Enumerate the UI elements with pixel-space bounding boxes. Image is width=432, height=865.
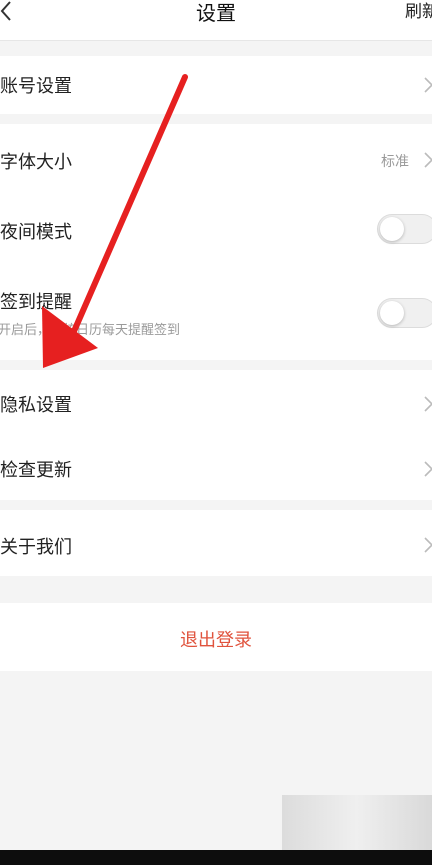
account-settings-label: 账号设置	[0, 76, 72, 97]
privacy-settings-row[interactable]: 隐私设置	[0, 370, 432, 436]
chevron-right-icon	[424, 537, 432, 553]
refresh-button[interactable]: 刷新	[405, 0, 432, 22]
checkin-reminder-row: 签到提醒 开启后，系统日历每天提醒签到	[0, 274, 432, 360]
font-size-value: 标准	[381, 154, 409, 170]
about-us-row[interactable]: 关于我们	[0, 510, 432, 576]
display-settings-section: 字体大小 标准 夜间模式 签到提醒 开启后，系统日历每天提醒签到	[0, 124, 432, 360]
system-navigation-bar	[0, 850, 432, 865]
nav-bar: 设置 刷新	[0, 0, 432, 41]
chevron-right-icon	[424, 152, 432, 168]
logout-button[interactable]: 退出登录	[0, 603, 432, 671]
chevron-right-icon	[424, 461, 432, 477]
check-update-label: 检查更新	[0, 460, 72, 481]
account-settings-row[interactable]: 账号设置	[0, 56, 432, 114]
chevron-right-icon	[424, 77, 432, 93]
font-size-label: 字体大小	[0, 152, 72, 173]
page-title: 设置	[196, 1, 236, 25]
logout-label: 退出登录	[180, 630, 252, 651]
watermark	[282, 795, 432, 850]
night-mode-label: 夜间模式	[0, 222, 72, 243]
check-update-row[interactable]: 检查更新	[0, 436, 432, 500]
night-mode-row: 夜间模式	[0, 194, 432, 264]
night-mode-toggle[interactable]	[377, 214, 432, 244]
privacy-settings-label: 隐私设置	[0, 395, 72, 416]
general-settings-section: 隐私设置 检查更新	[0, 370, 432, 500]
checkin-reminder-label: 签到提醒	[0, 292, 72, 313]
chevron-right-icon	[424, 396, 432, 412]
about-us-label: 关于我们	[0, 537, 72, 558]
font-size-row[interactable]: 字体大小 标准	[0, 124, 432, 194]
checkin-reminder-toggle[interactable]	[377, 298, 432, 328]
checkin-reminder-description: 开启后，系统日历每天提醒签到	[0, 323, 181, 338]
